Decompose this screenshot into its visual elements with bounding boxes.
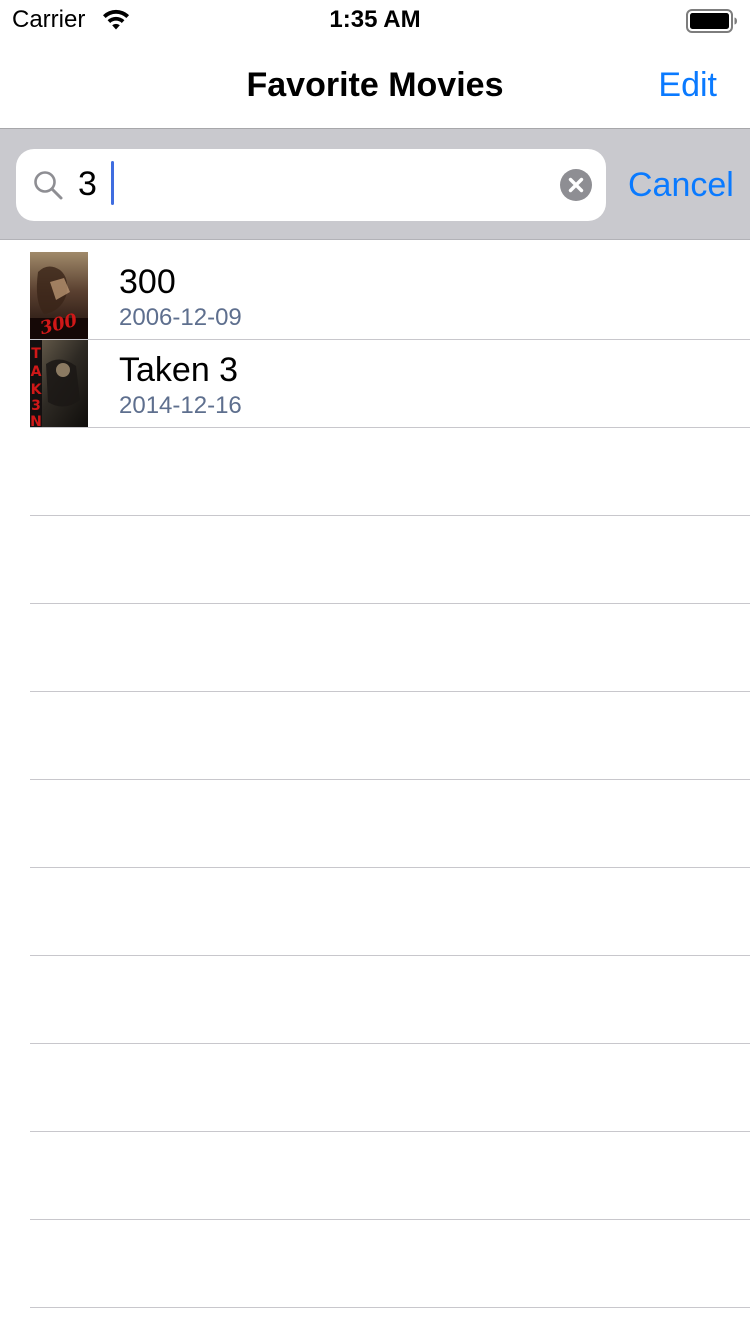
empty-row xyxy=(0,1132,750,1220)
search-input[interactable]: 3 xyxy=(78,164,97,204)
row-separator xyxy=(30,1307,750,1308)
svg-text:N: N xyxy=(30,414,42,427)
poster-image: 300 xyxy=(30,252,88,339)
screen: Carrier 1:35 AM Favorite Movies Edit 3 C… xyxy=(0,0,750,1334)
empty-row xyxy=(0,780,750,868)
text-cursor xyxy=(111,161,114,205)
poster-image: T A K 3 N xyxy=(30,340,88,427)
empty-row xyxy=(0,692,750,780)
status-time: 1:35 AM xyxy=(329,6,421,33)
navigation-bar: Favorite Movies Edit xyxy=(0,40,750,128)
search-field[interactable]: 3 xyxy=(16,149,606,221)
empty-row xyxy=(0,604,750,692)
svg-text:T: T xyxy=(31,346,41,362)
page-title: Favorite Movies xyxy=(246,66,504,104)
movie-title: Taken 3 xyxy=(119,351,239,389)
empty-row xyxy=(0,516,750,604)
clear-icon[interactable] xyxy=(560,169,592,201)
battery-icon xyxy=(686,9,737,33)
table-row[interactable]: T A K 3 N Taken 3 2014-12-16 xyxy=(0,340,750,428)
empty-row xyxy=(0,1220,750,1308)
empty-row xyxy=(0,1044,750,1132)
empty-row xyxy=(0,868,750,956)
movie-table: 300 300 2006-12-09 T A K 3 N Taken 3 201… xyxy=(0,240,750,1334)
svg-text:K: K xyxy=(31,382,43,398)
search-bar: 3 Cancel xyxy=(0,128,750,240)
movie-date: 2014-12-16 xyxy=(119,392,242,419)
table-row[interactable]: 300 300 2006-12-09 xyxy=(0,240,750,340)
movie-date: 2006-12-09 xyxy=(119,304,242,331)
svg-text:3: 3 xyxy=(31,398,41,414)
empty-row xyxy=(0,956,750,1044)
svg-text:A: A xyxy=(31,364,42,380)
movie-title: 300 xyxy=(119,263,176,301)
cancel-button[interactable]: Cancel xyxy=(628,165,734,205)
edit-button[interactable]: Edit xyxy=(658,66,717,104)
empty-row xyxy=(0,428,750,516)
status-bar: Carrier 1:35 AM xyxy=(0,0,750,40)
search-icon xyxy=(34,171,63,200)
